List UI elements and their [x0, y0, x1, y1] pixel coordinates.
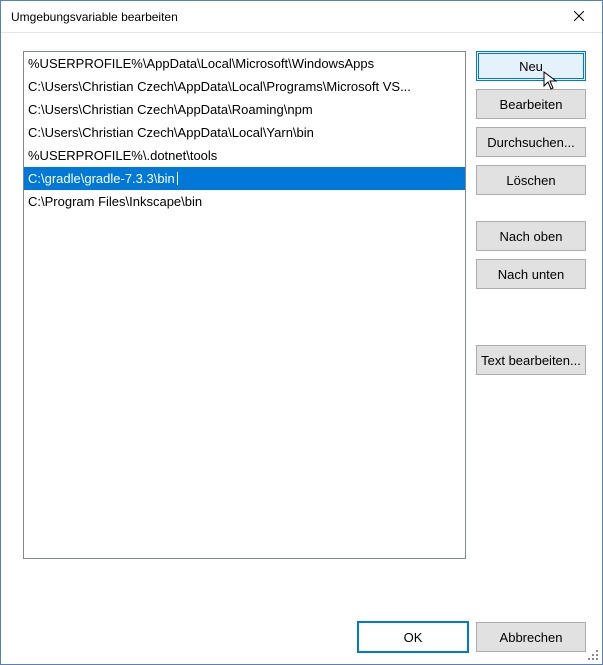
- dialog-footer: OK Abbrechen: [23, 604, 590, 652]
- path-list-row[interactable]: %USERPROFILE%\AppData\Local\Microsoft\Wi…: [24, 52, 465, 75]
- path-list-row[interactable]: C:\gradle\gradle-7.3.3\bin: [24, 167, 465, 190]
- dialog-body: %USERPROFILE%\AppData\Local\Microsoft\Wi…: [1, 33, 602, 664]
- path-list-row[interactable]: C:\Users\Christian Czech\AppData\Local\Y…: [24, 121, 465, 144]
- path-list-value: C:\Users\Christian Czech\AppData\Local\Y…: [28, 126, 314, 139]
- move-down-button[interactable]: Nach unten: [476, 259, 586, 289]
- new-button[interactable]: Neu: [476, 51, 586, 81]
- close-icon: [574, 10, 584, 24]
- path-list-row[interactable]: C:\Program Files\Inkscape\bin: [24, 190, 465, 213]
- path-list-value: %USERPROFILE%\.dotnet\tools: [28, 149, 217, 162]
- path-list-row[interactable]: C:\Users\Christian Czech\AppData\Local\P…: [24, 75, 465, 98]
- path-list-value: C:\gradle\gradle-7.3.3\bin: [28, 172, 178, 185]
- window-title: Umgebungsvariable bearbeiten: [11, 10, 178, 24]
- path-list-value: C:\Users\Christian Czech\AppData\Local\P…: [28, 80, 411, 93]
- cancel-button[interactable]: Abbrechen: [476, 622, 586, 652]
- dialog-window: Umgebungsvariable bearbeiten %USERPROFIL…: [0, 0, 603, 665]
- path-list-row[interactable]: C:\Users\Christian Czech\AppData\Roaming…: [24, 98, 465, 121]
- move-up-button[interactable]: Nach oben: [476, 221, 586, 251]
- titlebar: Umgebungsvariable bearbeiten: [1, 1, 602, 33]
- edit-button[interactable]: Bearbeiten: [476, 89, 586, 119]
- path-listbox[interactable]: %USERPROFILE%\AppData\Local\Microsoft\Wi…: [23, 51, 466, 559]
- content-row: %USERPROFILE%\AppData\Local\Microsoft\Wi…: [23, 51, 590, 604]
- path-list-row[interactable]: %USERPROFILE%\.dotnet\tools: [24, 144, 465, 167]
- path-list-value: C:\Program Files\Inkscape\bin: [28, 195, 202, 208]
- close-button[interactable]: [556, 1, 602, 32]
- path-list-value: C:\Users\Christian Czech\AppData\Roaming…: [28, 103, 313, 116]
- button-sidebar: Neu Bearbeiten Durchsuchen... Löschen Na…: [476, 51, 588, 604]
- browse-button[interactable]: Durchsuchen...: [476, 127, 586, 157]
- edit-text-button[interactable]: Text bearbeiten...: [476, 345, 586, 375]
- delete-button[interactable]: Löschen: [476, 165, 586, 195]
- ok-button[interactable]: OK: [358, 622, 468, 652]
- path-list-value: %USERPROFILE%\AppData\Local\Microsoft\Wi…: [28, 57, 374, 70]
